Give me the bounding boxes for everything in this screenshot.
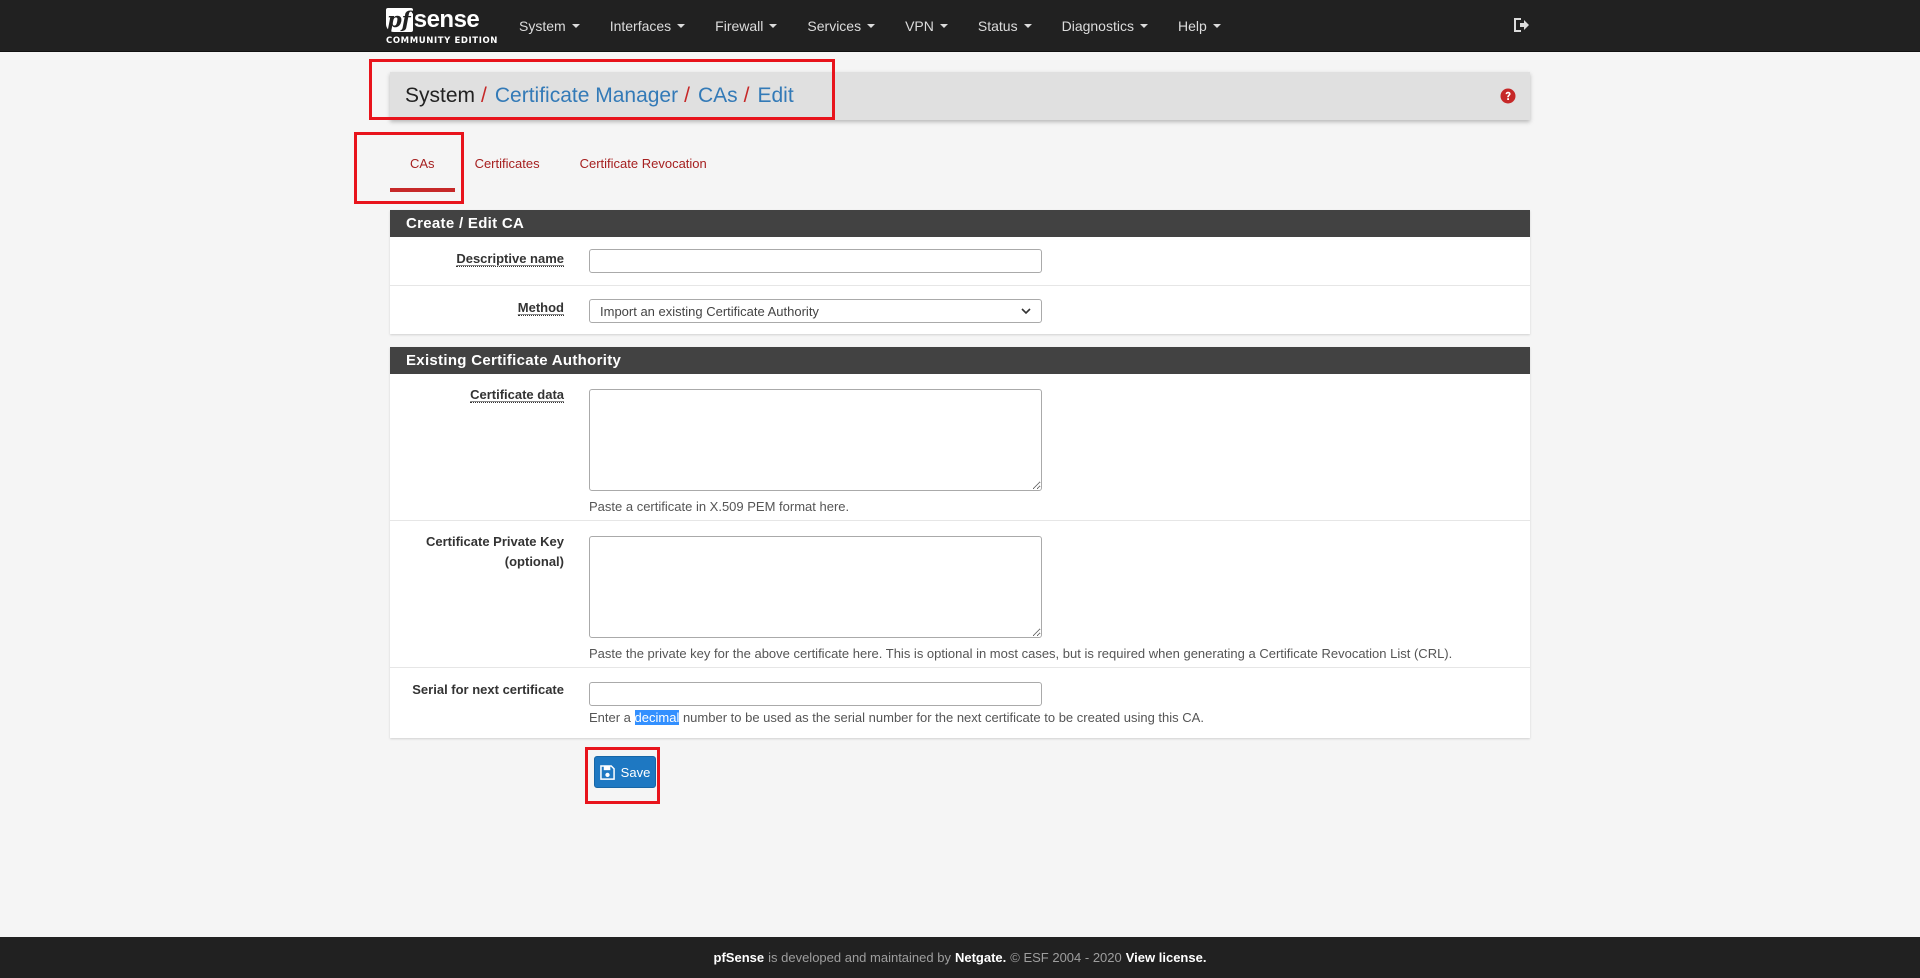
private-key-label: Certificate Private Key (optional) [394, 532, 564, 572]
breadcrumb-cas[interactable]: CAs [698, 84, 738, 108]
descriptive-name-row: Descriptive name [390, 237, 1530, 286]
tab-label: Certificates [474, 155, 540, 171]
panel-heading: Existing Certificate Authority [390, 347, 1530, 374]
method-selected-value: Import an existing Certificate Authority [600, 303, 819, 319]
chevron-down-icon [1021, 307, 1031, 314]
method-select[interactable]: Import an existing Certificate Authority [589, 299, 1042, 323]
nav-menu-vpn[interactable]: VPN [890, 0, 963, 52]
private-key-label-line2: (optional) [504, 554, 564, 569]
caret-down-icon [769, 24, 778, 28]
serial-help-selected: decimal [634, 710, 680, 725]
caret-down-icon [1212, 24, 1221, 28]
floppy-disk-icon [599, 764, 615, 780]
create-edit-ca-panel: Create / Edit CA Descriptive name Method… [390, 210, 1530, 334]
existing-ca-panel: Existing Certificate Authority Certifica… [390, 347, 1530, 738]
footer-copyright: © ESF 2004 - 2020 [1010, 950, 1122, 965]
tab-label: Certificate Revocation [579, 155, 707, 171]
descriptive-name-field [589, 249, 1042, 273]
tab-certificates[interactable]: Certificates [455, 140, 560, 186]
logo-pf: pf [386, 7, 413, 32]
footer-license-link[interactable]: View license. [1126, 950, 1207, 965]
logo-edition: COMMUNITY EDITION [386, 36, 498, 46]
footer-company-link[interactable]: Netgate. [955, 950, 1006, 965]
nav-menu-label: Services [807, 18, 862, 34]
certificate-data-field: Paste a certificate in X.509 PEM format … [589, 389, 1042, 515]
certificate-data-label: Certificate data [394, 385, 564, 405]
caret-down-icon [677, 24, 686, 28]
breadcrumb-separator: / [481, 84, 487, 107]
serial-help: Enter a decimal number to be used as the… [589, 710, 1204, 726]
sign-out-icon[interactable] [1512, 16, 1530, 34]
nav-menu-label: Interfaces [609, 18, 672, 34]
tab-certificate-revocation[interactable]: Certificate Revocation [560, 140, 727, 186]
breadcrumb-edit[interactable]: Edit [757, 84, 793, 108]
caret-down-icon [939, 24, 948, 28]
serial-label: Serial for next certificate [412, 682, 564, 697]
top-navbar: pf sense COMMUNITY EDITION System Interfa… [0, 0, 1920, 52]
private-key-textarea[interactable] [589, 536, 1042, 638]
breadcrumb: System / Certificate Manager / CAs / Edi… [390, 72, 1530, 120]
nav-menu-interfaces[interactable]: Interfaces [595, 0, 700, 52]
caret-down-icon [1139, 24, 1148, 28]
private-key-field: Paste the private key for the above cert… [589, 536, 1452, 662]
serial-field: Enter a decimal number to be used as the… [589, 682, 1204, 726]
save-button-label: Save [620, 764, 651, 780]
tab-label: CAs [410, 155, 435, 171]
save-button[interactable]: Save [594, 756, 656, 788]
question-circle-icon[interactable] [1500, 88, 1516, 104]
navbar-container: pf sense COMMUNITY EDITION System Interfa… [382, 0, 1530, 52]
serial-row: Serial for next certificate Enter a deci… [390, 668, 1530, 737]
descriptive-name-label: Descriptive name [394, 249, 564, 269]
panel-heading: Create / Edit CA [390, 210, 1530, 237]
nav-menu-firewall[interactable]: Firewall [700, 0, 792, 52]
method-row: Method Import an existing Certificate Au… [390, 286, 1530, 334]
nav-menu-status[interactable]: Status [963, 0, 1047, 52]
logo-sense: sense [413, 6, 480, 33]
pfsense-logo[interactable]: pf sense COMMUNITY EDITION [386, 7, 498, 47]
nav-menu-label: Status [977, 18, 1018, 34]
private-key-label-line1: Certificate Private Key [425, 534, 564, 549]
nav-menu-label: Help [1177, 18, 1207, 34]
nav-menu-system[interactable]: System [504, 0, 595, 52]
main-menu: System Interfaces Firewall Services VPN … [504, 0, 1236, 52]
page-footer: pfSense is developed and maintained by N… [0, 937, 1920, 978]
nav-menu-label: System [519, 18, 566, 34]
descriptive-name-label-text: Descriptive name [456, 251, 564, 267]
serial-input[interactable] [589, 682, 1042, 706]
breadcrumb-separator: / [743, 84, 750, 107]
method-field: Import an existing Certificate Authority [589, 299, 1042, 323]
footer-product: pfSense [713, 950, 765, 965]
caret-down-icon [1023, 24, 1032, 28]
serial-help-before: Enter a [589, 710, 635, 725]
logo-wordmark: pf sense [386, 7, 496, 33]
method-label-text: Method [517, 300, 564, 316]
certificate-data-help: Paste a certificate in X.509 PEM format … [589, 499, 850, 514]
certificate-data-label-text: Certificate data [470, 387, 564, 403]
footer-text: is developed and maintained by [768, 950, 951, 965]
nav-menu-services[interactable]: Services [792, 0, 890, 52]
nav-menu-help[interactable]: Help [1163, 0, 1236, 52]
certificate-data-textarea[interactable] [589, 389, 1042, 491]
nav-menu-label: Diagnostics [1061, 18, 1134, 34]
breadcrumb-system: System [405, 84, 476, 107]
descriptive-name-input[interactable] [589, 249, 1042, 273]
serial-help-after: number to be used as the serial number f… [679, 710, 1204, 725]
breadcrumb-certificate-manager[interactable]: Certificate Manager [495, 84, 678, 108]
caret-down-icon [867, 24, 876, 28]
tab-cas[interactable]: CAs [390, 140, 455, 192]
private-key-help: Paste the private key for the above cert… [589, 646, 1453, 661]
certificate-manager-tabs: CAs Certificates Certificate Revocation [390, 140, 727, 192]
private-key-row: Certificate Private Key (optional) Paste… [390, 521, 1530, 668]
caret-down-icon [571, 24, 580, 28]
breadcrumb-separator: / [684, 84, 690, 107]
certificate-data-row: Certificate data Paste a certificate in … [390, 374, 1530, 521]
method-label: Method [394, 298, 564, 318]
nav-menu-label: VPN [905, 18, 934, 34]
nav-menu-diagnostics[interactable]: Diagnostics [1047, 0, 1163, 52]
nav-menu-label: Firewall [715, 18, 764, 34]
